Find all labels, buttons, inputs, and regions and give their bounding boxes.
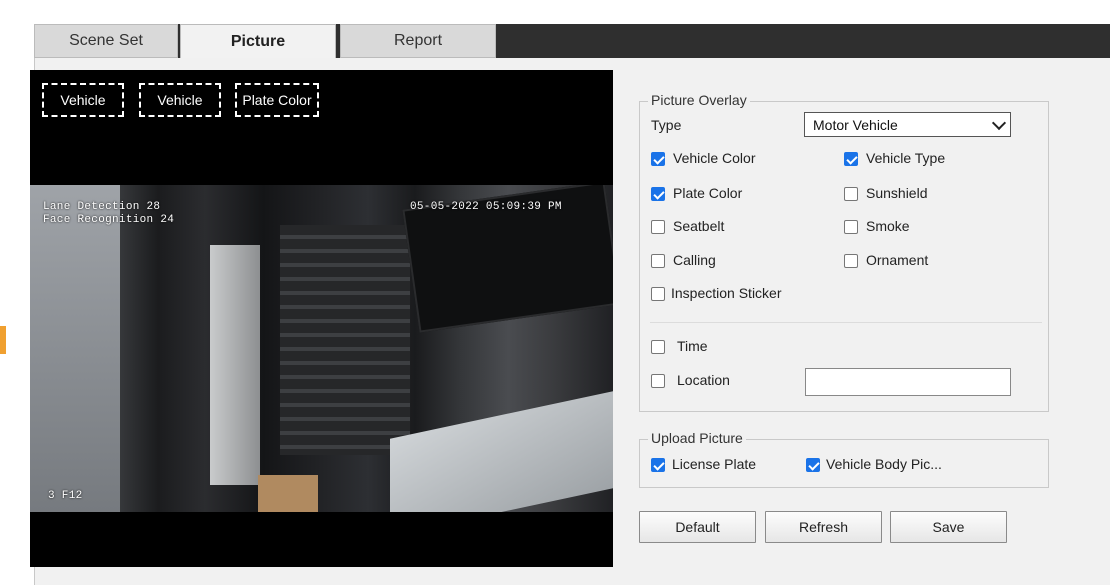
- type-select-value: Motor Vehicle: [813, 116, 898, 133]
- location-checkbox[interactable]: [651, 374, 665, 388]
- ornament-label: Ornament: [866, 252, 929, 268]
- vehicle-color-checkbox[interactable]: [651, 152, 665, 166]
- seatbelt-label: Seatbelt: [673, 218, 725, 234]
- license-plate-checkbox[interactable]: [651, 458, 665, 472]
- camera-image: [30, 185, 613, 512]
- osd-corner-label: 3 F12: [48, 490, 83, 502]
- license-plate-label: License Plate: [672, 456, 757, 472]
- type-select[interactable]: Motor Vehicle: [804, 112, 1011, 137]
- location-label: Location: [677, 372, 730, 388]
- vehicle-type-checkbox[interactable]: [844, 152, 858, 166]
- scene-wall: [30, 185, 120, 512]
- tab-picture[interactable]: Picture: [180, 24, 336, 58]
- scene-desk: [390, 391, 613, 512]
- overlay-box-vehicle-color[interactable]: Vehicle: [42, 83, 124, 117]
- osd-timestamp: 05-05-2022 05:09:39 PM: [410, 201, 562, 213]
- upload-picture-legend: Upload Picture: [648, 430, 746, 446]
- default-button[interactable]: Default: [639, 511, 756, 543]
- calling-label: Calling: [673, 252, 716, 268]
- vehicle-color-label: Vehicle Color: [673, 150, 756, 166]
- scene-pillar: [210, 245, 260, 485]
- location-input[interactable]: [805, 368, 1011, 396]
- osd-counter-top: Lane Detection 28: [43, 201, 161, 213]
- vehicle-body-pic-label: Vehicle Body Pic...: [826, 456, 942, 472]
- calling-checkbox[interactable]: [651, 254, 665, 268]
- smoke-checkbox[interactable]: [844, 220, 858, 234]
- vehicle-body-pic-checkbox[interactable]: [806, 458, 820, 472]
- seatbelt-checkbox[interactable]: [651, 220, 665, 234]
- osd-counter-bottom: Face Recognition 24: [43, 214, 175, 226]
- chevron-down-icon: [991, 115, 1007, 131]
- overlay-box-plate-color[interactable]: Plate Color: [235, 83, 319, 117]
- side-marker: [0, 326, 6, 354]
- inspection-sticker-label: Inspection Sticker: [671, 285, 782, 301]
- sunshield-label: Sunshield: [866, 185, 928, 201]
- scene-box: [258, 475, 318, 512]
- type-label: Type: [651, 117, 682, 133]
- time-label: Time: [677, 338, 708, 354]
- left-edge: [0, 24, 34, 585]
- vehicle-type-label: Vehicle Type: [866, 150, 946, 166]
- overlay-divider: [650, 322, 1042, 323]
- ornament-checkbox[interactable]: [844, 254, 858, 268]
- save-button[interactable]: Save: [890, 511, 1007, 543]
- sunshield-checkbox[interactable]: [844, 187, 858, 201]
- overlay-box-vehicle-type[interactable]: Vehicle: [139, 83, 221, 117]
- tab-scene-set[interactable]: Scene Set: [34, 24, 178, 58]
- plate-color-label: Plate Color: [673, 185, 743, 201]
- refresh-button[interactable]: Refresh: [765, 511, 882, 543]
- tab-report[interactable]: Report: [340, 24, 496, 58]
- time-checkbox[interactable]: [651, 340, 665, 354]
- inspection-sticker-checkbox[interactable]: [651, 287, 665, 301]
- tab-bar: Scene Set Picture Report: [34, 24, 1110, 58]
- smoke-label: Smoke: [866, 218, 910, 234]
- plate-color-checkbox[interactable]: [651, 187, 665, 201]
- scene-shelf: [280, 225, 410, 455]
- picture-overlay-legend: Picture Overlay: [648, 92, 750, 108]
